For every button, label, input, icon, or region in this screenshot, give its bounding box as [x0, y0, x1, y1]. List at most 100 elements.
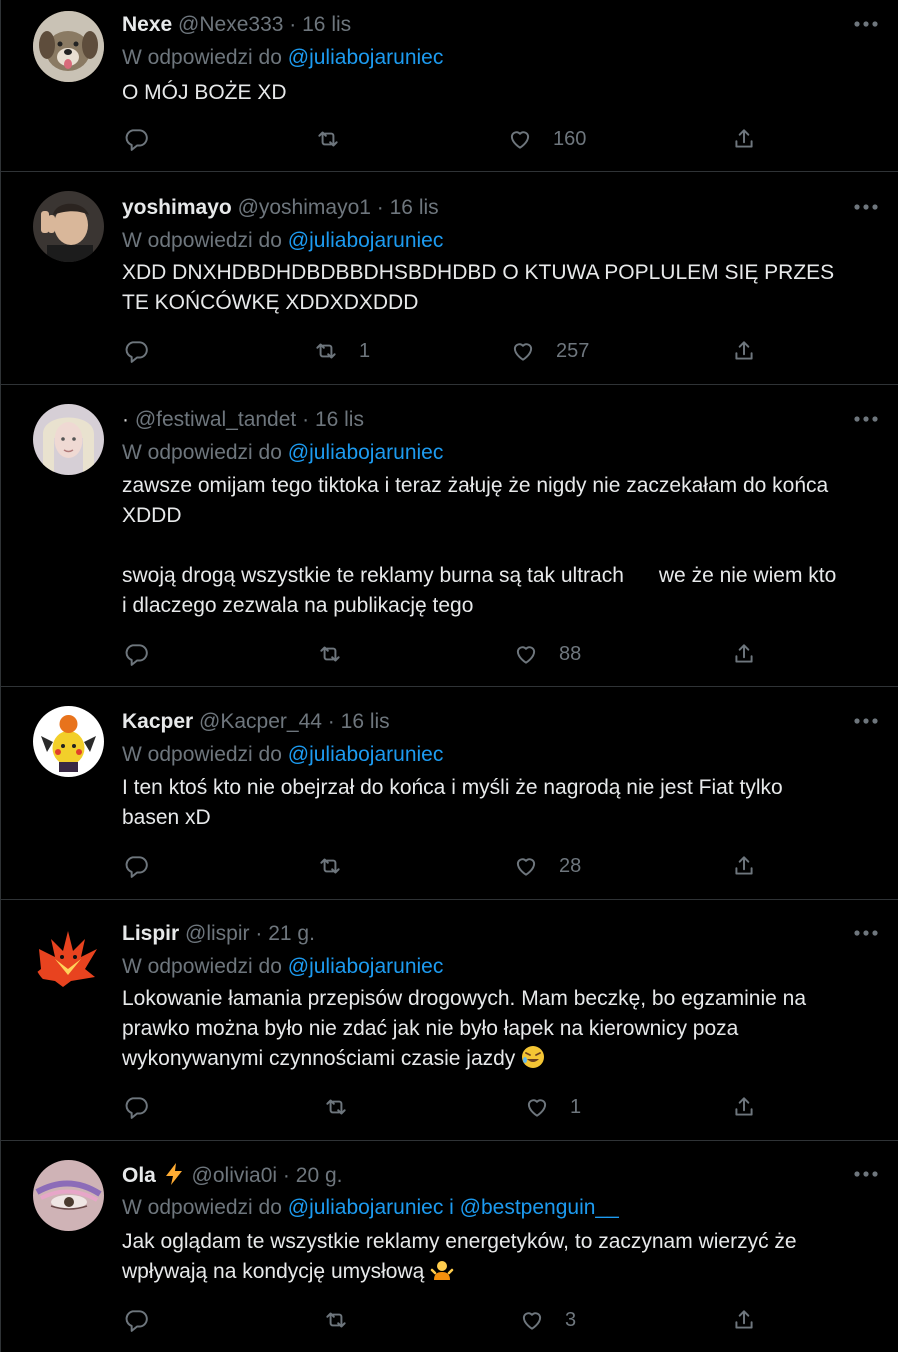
avatar[interactable]	[33, 919, 104, 990]
like-button[interactable]: 28	[513, 851, 581, 881]
retweet-button[interactable]: 1	[313, 336, 370, 366]
user-handle[interactable]: @olivia0i	[192, 1164, 278, 1187]
reply-to-link[interactable]: @juliabojaruniec	[288, 955, 444, 978]
retweet-button[interactable]	[323, 1092, 369, 1122]
retweet-icon	[326, 1099, 346, 1115]
timestamp[interactable]: 16 lis	[341, 710, 390, 733]
reply-icon	[125, 856, 148, 878]
user-handle[interactable]: @festiwal_tandet	[135, 408, 296, 431]
reply-to-link[interactable]: @juliabojaruniec	[288, 46, 444, 69]
timestamp[interactable]: 16 lis	[315, 408, 364, 431]
display-name[interactable]: yoshimayo	[122, 196, 232, 219]
avatar[interactable]	[33, 191, 104, 262]
separator: ·	[302, 408, 310, 431]
separator: ·	[282, 1164, 290, 1187]
share-icon	[735, 644, 753, 663]
tweet-kacper[interactable]: Kacper @Kacper_44 · 16 lis W odpowiedzi …	[1, 687, 898, 900]
more-icon[interactable]	[853, 409, 879, 429]
like-button[interactable]: 257	[510, 336, 589, 366]
eye-makeup-avatar-icon	[33, 1160, 104, 1231]
display-name[interactable]: Lispir	[122, 922, 179, 945]
retweet-icon	[326, 1312, 346, 1328]
display-name[interactable]: Kacper	[122, 710, 193, 733]
reply-button[interactable]	[123, 1305, 149, 1335]
reply-prefix: W odpowiedzi do	[122, 743, 282, 766]
heart-icon	[522, 1312, 542, 1330]
user-handle[interactable]: @lispir	[185, 922, 250, 945]
like-button[interactable]: 1	[524, 1092, 581, 1122]
tweet-nexe[interactable]: Nexe @Nexe333 · 16 lis W odpowiedzi do @…	[1, 0, 898, 172]
like-button[interactable]: 160	[507, 124, 586, 154]
tweet-actions: 3	[1, 1305, 898, 1335]
more-icon[interactable]	[853, 1164, 879, 1184]
user-handle[interactable]: @Nexe333	[178, 13, 283, 36]
reply-to-link[interactable]: @juliabojaruniec	[288, 229, 444, 252]
reply-button[interactable]	[123, 639, 149, 669]
reply-to-link[interactable]: @juliabojaruniec i @bestpenguin__	[288, 1196, 619, 1219]
separator: ·	[255, 922, 263, 945]
reply-context: W odpowiedzi do @juliabojaruniec	[122, 954, 443, 980]
reply-icon	[125, 1310, 148, 1332]
timestamp[interactable]: 16 lis	[390, 196, 439, 219]
reply-button[interactable]	[123, 851, 149, 881]
reply-button[interactable]	[123, 1092, 149, 1122]
avatar[interactable]	[33, 11, 104, 82]
timestamp[interactable]: 21 g.	[268, 922, 315, 945]
reply-to-link[interactable]: @juliabojaruniec	[288, 743, 444, 766]
display-name[interactable]: Nexe	[122, 13, 172, 36]
reply-button[interactable]	[123, 124, 149, 154]
more-icon[interactable]	[853, 197, 879, 217]
tweet-text-content: Lokowanie łamania przepisów drogowych. M…	[122, 987, 807, 1070]
share-button[interactable]	[731, 1305, 757, 1335]
share-button[interactable]	[731, 851, 757, 881]
user-handle[interactable]: @Kacper_44	[199, 710, 322, 733]
display-name[interactable]: Ola	[122, 1164, 156, 1187]
avatar[interactable]	[33, 404, 104, 475]
tweet-header: Nexe @Nexe333 · 16 lis	[122, 12, 351, 38]
timestamp[interactable]: 20 g.	[296, 1164, 343, 1187]
avatar[interactable]	[33, 1160, 104, 1231]
retweet-button[interactable]	[323, 1305, 369, 1335]
retweet-icon	[320, 646, 340, 662]
dog-avatar-icon	[33, 11, 104, 82]
tweet-text: Jak oglądam te wszystkie reklamy energet…	[122, 1227, 882, 1287]
tweet-lispir[interactable]: Lispir @lispir · 21 g. W odpowiedzi do @…	[1, 900, 898, 1141]
retweet-button[interactable]	[317, 639, 363, 669]
timestamp[interactable]: 16 lis	[302, 13, 351, 36]
share-button[interactable]	[731, 1092, 757, 1122]
retweet-button[interactable]	[315, 124, 361, 154]
like-button[interactable]: 3	[519, 1305, 576, 1335]
user-handle[interactable]: @yoshimayo1	[238, 196, 371, 219]
avatar[interactable]	[33, 706, 104, 777]
more-icon[interactable]	[853, 923, 879, 943]
tweet-actions: 1 257	[1, 336, 898, 366]
share-icon	[735, 1097, 753, 1116]
tweet-text: I ten ktoś kto nie obejrzał do końca i m…	[122, 776, 783, 829]
reply-prefix: W odpowiedzi do	[122, 441, 282, 464]
like-count: 3	[565, 1308, 577, 1331]
retweet-button[interactable]	[317, 851, 363, 881]
tweet-yoshimayo[interactable]: yoshimayo @yoshimayo1 · 16 lis W odpowie…	[1, 172, 898, 385]
pikachu-avatar-icon	[33, 706, 104, 777]
display-name[interactable]: ·	[122, 408, 129, 431]
tweet-actions: 28	[1, 851, 898, 881]
more-icon[interactable]	[853, 14, 879, 34]
share-button[interactable]	[731, 639, 757, 669]
like-button[interactable]: 88	[513, 639, 581, 669]
replies-feed: Nexe @Nexe333 · 16 lis W odpowiedzi do @…	[0, 0, 898, 1352]
reply-prefix: W odpowiedzi do	[122, 1196, 282, 1219]
rolling-laughing-emoji-icon	[522, 1046, 545, 1068]
retweet-icon	[318, 131, 338, 147]
tweet-text: XDD DNXHDBDHDBDBBDHSBDHDBD O KTUWA POPLU…	[122, 261, 835, 314]
more-icon[interactable]	[853, 711, 879, 731]
reply-button[interactable]	[123, 336, 149, 366]
heart-icon	[513, 343, 533, 361]
tweet-ola[interactable]: Ola @olivia0i · 20 g. W odpowiedzi do @j…	[1, 1141, 898, 1352]
person-avatar-icon	[33, 191, 104, 262]
share-button[interactable]	[731, 336, 757, 366]
tweet-festiwal-tandet[interactable]: · @festiwal_tandet · 16 lis W odpowiedzi…	[1, 385, 898, 687]
reply-context: W odpowiedzi do @juliabojaruniec	[122, 440, 443, 466]
reply-to-link[interactable]: @juliabojaruniec	[288, 441, 444, 464]
share-button[interactable]	[731, 124, 757, 154]
heart-icon	[510, 131, 530, 149]
